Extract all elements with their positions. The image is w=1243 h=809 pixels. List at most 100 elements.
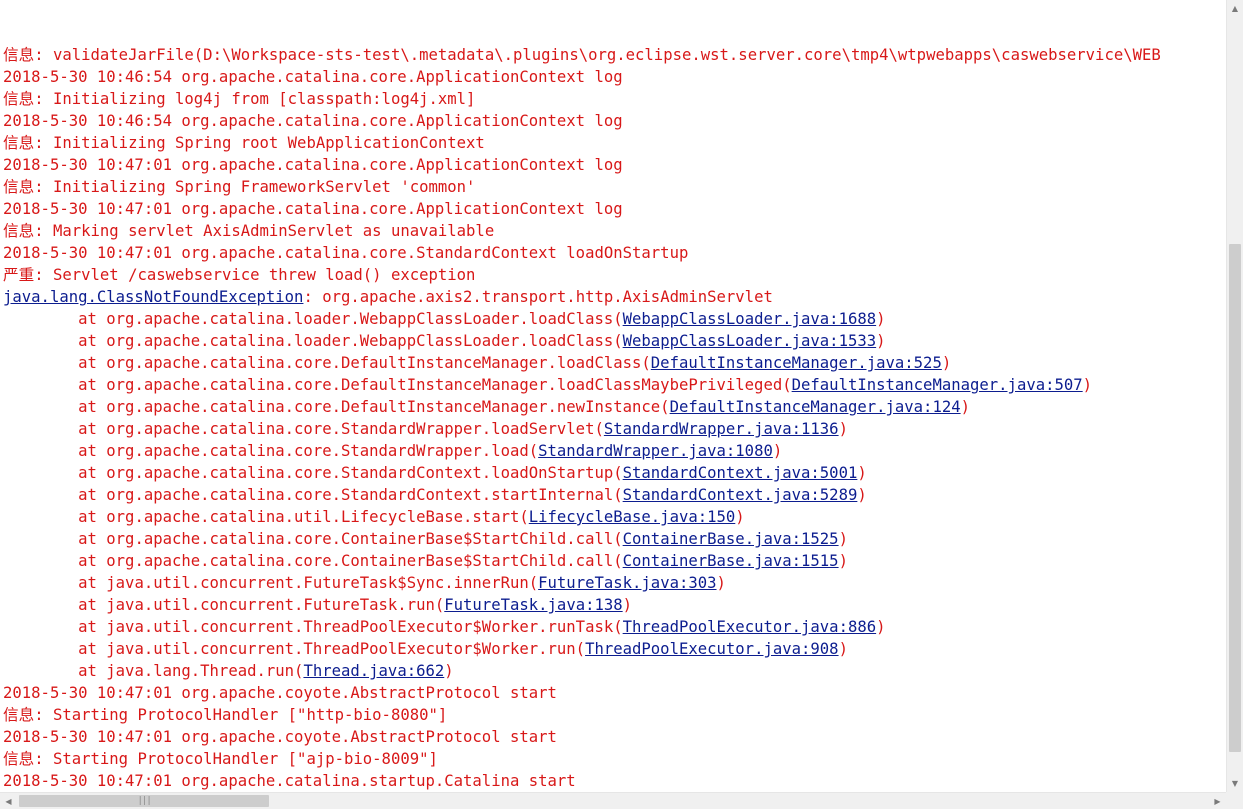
source-link[interactable]: StandardWrapper.java:1080 [538,442,773,460]
log-text: at org.apache.catalina.core.ContainerBas… [78,552,623,570]
log-text: 2018-5-30 10:47:01 org.apache.catalina.c… [3,244,689,262]
console-line: at org.apache.catalina.core.StandardWrap… [3,440,1226,462]
scroll-grip-icon: ||| [137,796,152,806]
log-text: at java.util.concurrent.ThreadPoolExecut… [78,640,586,658]
console-line: 信息: validateJarFile(D:\Workspace-sts-tes… [3,44,1226,66]
log-text: 信息: Starting ProtocolHandler ["http-bio-… [3,706,448,724]
log-text: 2018-5-30 10:46:54 org.apache.catalina.c… [3,112,623,130]
source-link[interactable]: ContainerBase.java:1515 [623,552,839,570]
console-line: 信息: Starting ProtocolHandler ["http-bio-… [3,704,1226,726]
source-link[interactable]: ContainerBase.java:1525 [623,530,839,548]
console-lines: 信息: validateJarFile(D:\Workspace-sts-tes… [0,44,1226,792]
console-line: 2018-5-30 10:47:01 org.apache.catalina.c… [3,242,1226,264]
source-link[interactable]: StandardContext.java:5001 [623,464,858,482]
log-text: at java.util.concurrent.FutureTask.run( [78,596,445,614]
console-line: 信息: Initializing Spring FrameworkServlet… [3,176,1226,198]
log-text: ) [838,552,848,570]
source-link[interactable]: ThreadPoolExecutor.java:886 [623,618,876,636]
log-text: at java.lang.Thread.run( [78,662,304,680]
source-link[interactable]: WebappClassLoader.java:1688 [623,310,876,328]
source-link[interactable]: StandardWrapper.java:1136 [604,420,839,438]
console-line: 2018-5-30 10:47:01 org.apache.coyote.Abs… [3,726,1226,748]
log-text: at org.apache.catalina.core.DefaultInsta… [78,376,792,394]
console-line: at java.lang.Thread.run(Thread.java:662) [3,660,1226,682]
console-line: at org.apache.catalina.loader.WebappClas… [3,308,1226,330]
console-line: 信息: Initializing log4j from [classpath:l… [3,88,1226,110]
console-line: java.lang.ClassNotFoundException: org.ap… [3,286,1226,308]
log-text: 信息: validateJarFile(D:\Workspace-sts-tes… [3,46,1161,64]
log-text: 2018-5-30 10:47:01 org.apache.coyote.Abs… [3,684,557,702]
scroll-right-arrow-icon[interactable]: ▶ [1209,793,1226,809]
console-line: at org.apache.catalina.core.DefaultInsta… [3,396,1226,418]
log-text: ) [838,420,848,438]
console-line: 2018-5-30 10:47:01 org.apache.catalina.c… [3,154,1226,176]
console-line: 信息: Marking servlet AxisAdminServlet as … [3,220,1226,242]
log-text: ) [941,354,952,372]
source-link[interactable]: DefaultInstanceManager.java:507 [792,376,1083,394]
log-text: 2018-5-30 10:46:54 org.apache.catalina.c… [3,68,623,86]
log-text: 2018-5-30 10:47:01 org.apache.catalina.c… [3,156,623,174]
console-line: 2018-5-30 10:47:01 org.apache.catalina.c… [3,198,1226,220]
source-link[interactable]: WebappClassLoader.java:1533 [623,332,876,350]
log-text: at org.apache.catalina.loader.WebappClas… [78,310,623,328]
log-text: ) [876,310,886,328]
console-line: at org.apache.catalina.core.DefaultInsta… [3,374,1226,396]
vertical-scrollbar[interactable]: ▲ ▼ [1226,0,1243,792]
source-link[interactable]: Thread.java:662 [303,662,444,680]
console-line: at org.apache.catalina.core.StandardCont… [3,484,1226,506]
scroll-left-arrow-icon[interactable]: ◀ [0,793,17,809]
console-line: at java.util.concurrent.ThreadPoolExecut… [3,638,1226,660]
log-text: at java.util.concurrent.ThreadPoolExecut… [78,618,623,636]
log-text: at org.apache.catalina.core.StandardWrap… [78,442,539,460]
source-link[interactable]: FutureTask.java:138 [444,596,622,614]
console-line: 2018-5-30 10:47:01 org.apache.coyote.Abs… [3,682,1226,704]
source-link[interactable]: StandardContext.java:5289 [623,486,858,504]
console-line: at org.apache.catalina.core.ContainerBas… [3,528,1226,550]
log-text: 信息: Marking servlet AxisAdminServlet as … [3,222,495,240]
horizontal-scroll-thumb[interactable]: ||| [19,795,270,807]
log-text: ) [716,574,726,592]
source-link[interactable]: DefaultInstanceManager.java:124 [670,398,961,416]
scroll-up-arrow-icon[interactable]: ▲ [1227,0,1243,17]
console-line: at org.apache.catalina.core.StandardCont… [3,462,1226,484]
source-link[interactable]: ThreadPoolExecutor.java:908 [585,640,838,658]
source-link[interactable]: java.lang.ClassNotFoundException [3,288,303,306]
source-link[interactable]: FutureTask.java:303 [538,574,716,592]
console-line: at org.apache.catalina.core.DefaultInsta… [3,352,1226,374]
console-line: 2018-5-30 10:46:54 org.apache.catalina.c… [3,66,1226,88]
source-link[interactable]: LifecycleBase.java:150 [529,508,736,526]
scrollbar-corner [1226,792,1243,809]
console-line: 信息: Starting ProtocolHandler ["ajp-bio-8… [3,748,1226,770]
log-text: at org.apache.catalina.core.StandardCont… [78,486,623,504]
scroll-down-arrow-icon[interactable]: ▼ [1227,775,1243,792]
console-line: at org.apache.catalina.core.ContainerBas… [3,550,1226,572]
console-line: at org.apache.catalina.core.StandardWrap… [3,418,1226,440]
log-text: at org.apache.catalina.util.LifecycleBas… [78,508,529,526]
console-line: 2018-5-30 10:46:54 org.apache.catalina.c… [3,110,1226,132]
log-text: ) [876,332,886,350]
log-text: 信息: Starting ProtocolHandler ["ajp-bio-8… [3,750,438,768]
log-text: 信息: Initializing Spring FrameworkServlet… [3,178,476,196]
log-text: ) [772,442,783,460]
log-text: 严重: Servlet /caswebservice threw load() … [3,266,476,284]
console-line: at java.util.concurrent.ThreadPoolExecut… [3,616,1226,638]
vertical-scroll-thumb[interactable] [1229,244,1241,753]
log-text: at org.apache.catalina.core.StandardWrap… [78,420,604,438]
console-output[interactable]: 信息: validateJarFile(D:\Workspace-sts-tes… [0,0,1226,792]
log-text: ) [857,486,867,504]
horizontal-scrollbar[interactable]: ◀ ||| ▶ [0,792,1226,809]
log-text: ) [444,662,454,680]
source-link[interactable]: DefaultInstanceManager.java:525 [651,354,942,372]
log-text: at org.apache.catalina.core.ContainerBas… [78,530,623,548]
